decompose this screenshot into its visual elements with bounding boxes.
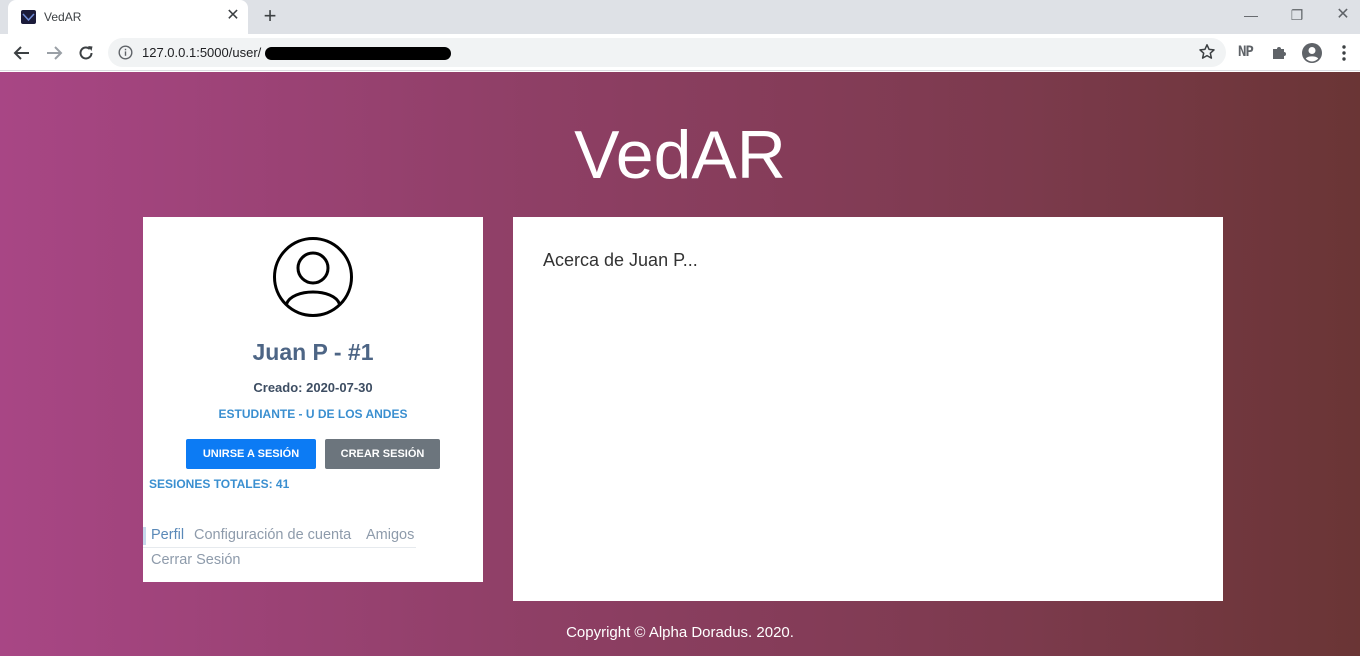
profile-card: Juan P - #1 Creado: 2020-07-30 ESTUDIANT… <box>143 217 483 582</box>
browser-tab[interactable]: VedAR ✕ <box>8 0 248 34</box>
site-info-icon[interactable] <box>118 45 133 60</box>
nav-friends-link[interactable]: Amigos <box>366 527 414 543</box>
profile-nav-row: Perfil Configuración de cuenta Amigos <box>143 524 416 548</box>
back-arrow-icon[interactable] <box>10 41 34 65</box>
np-extension-icon[interactable]: NP <box>1238 44 1254 60</box>
redacted-url-segment <box>265 47 451 60</box>
extensions-puzzle-icon[interactable] <box>1270 43 1290 63</box>
tab-title: VedAR <box>44 10 82 24</box>
window-minimize-button[interactable]: — <box>1238 4 1264 26</box>
nav-profile-link[interactable]: Perfil <box>151 527 184 543</box>
nav-account-settings-link[interactable]: Configuración de cuenta <box>194 527 351 543</box>
url-text: 127.0.0.1:5000/user/ <box>142 45 262 60</box>
window-restore-button[interactable]: ❐ <box>1284 4 1310 26</box>
forward-arrow-icon[interactable] <box>42 41 66 65</box>
window-close-button[interactable]: ✕ <box>1330 4 1356 26</box>
create-session-button[interactable]: CREAR SESIÓN <box>325 439 440 469</box>
reload-icon[interactable] <box>74 41 98 65</box>
footer-copyright: Copyright © Alpha Doradus. 2020. <box>566 624 794 641</box>
about-title: Acerca de Juan P... <box>543 250 698 270</box>
vedar-favicon-icon <box>21 10 36 24</box>
profile-created-date: Creado: 2020-07-30 <box>253 380 373 395</box>
user-avatar-icon <box>273 237 353 317</box>
tab-close-icon[interactable]: ✕ <box>224 7 242 25</box>
address-bar[interactable]: 127.0.0.1:5000/user/ <box>108 38 1226 67</box>
profile-name: Juan P - #1 <box>252 339 374 365</box>
browser-tab-strip: VedAR ✕ + — ❐ ✕ <box>0 0 1360 34</box>
account-icon[interactable] <box>1301 42 1323 64</box>
bookmark-star-icon[interactable] <box>1198 43 1216 61</box>
page-background: VedAR Juan P - #1 Creado: 2020-07-30 EST… <box>0 72 1360 656</box>
browser-toolbar: 127.0.0.1:5000/user/ NP <box>0 34 1360 71</box>
profile-role: ESTUDIANTE - U DE LOS ANDES <box>218 407 408 421</box>
join-session-button[interactable]: UNIRSE A SESIÓN <box>186 439 316 469</box>
brand-title: VedAR <box>574 117 786 193</box>
about-card: Acerca de Juan P... <box>513 217 1223 601</box>
nav-active-indicator <box>143 527 146 545</box>
browser-menu-icon[interactable] <box>1336 43 1352 63</box>
nav-logout-link[interactable]: Cerrar Sesión <box>151 552 240 568</box>
sessions-total: SESIONES TOTALES: 41 <box>149 477 290 491</box>
new-tab-button[interactable]: + <box>258 5 282 29</box>
